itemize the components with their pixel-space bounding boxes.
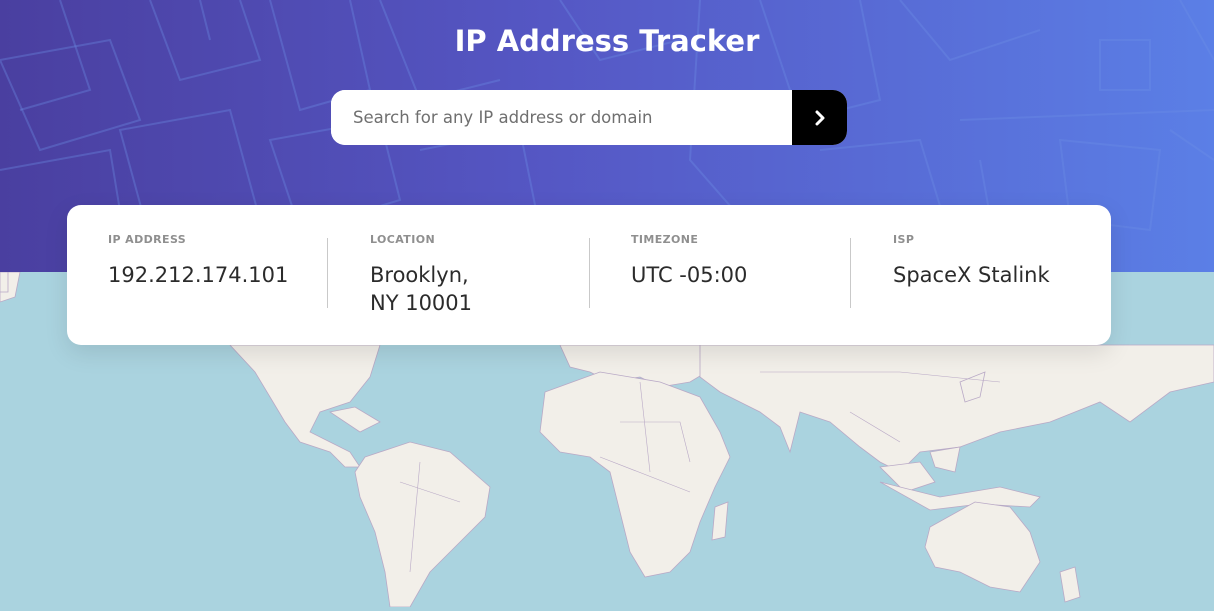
page-title: IP Address Tracker [454,24,760,58]
ip-address-value: 192.212.174.101 [108,263,289,287]
search-input[interactable] [331,90,792,145]
ip-address-label: IP ADDRESS [108,233,187,246]
search-submit-button[interactable] [792,90,847,145]
search-bar [331,90,847,145]
divider [589,238,590,308]
isp-label: ISP [893,233,915,246]
ip-info-card: IP ADDRESS 192.212.174.101 LOCATION Broo… [67,205,1111,345]
timezone-label: TIMEZONE [631,233,699,246]
chevron-right-icon [815,110,824,125]
divider [850,238,851,308]
divider [327,238,328,308]
location-label: LOCATION [370,233,436,246]
isp-value: SpaceX Stalink [893,263,1050,287]
timezone-value: UTC -05:00 [631,263,748,287]
location-value: Brooklyn, NY 10001 [370,263,473,315]
